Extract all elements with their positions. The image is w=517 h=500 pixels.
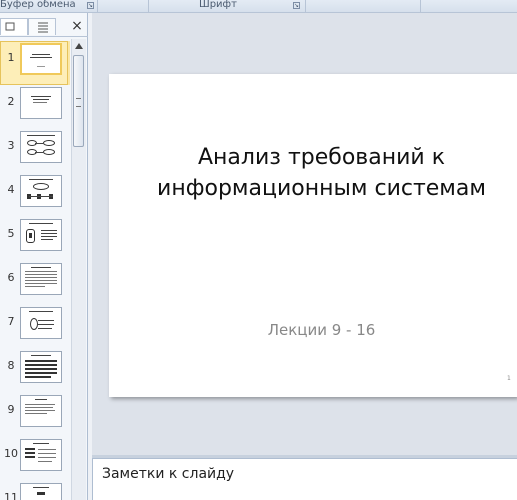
current-slide[interactable]: Анализ требований к информационным систе… (109, 74, 517, 397)
slide-number: 3 (7, 139, 15, 152)
slide-number: 11 (4, 491, 18, 500)
ribbon-group-labels: Буфер обмена ↘ Шрифт ↘ (0, 0, 517, 13)
tab-outline[interactable] (28, 18, 56, 35)
slide-number: 5 (7, 227, 15, 240)
slide-thumbnail-2[interactable]: 2 (0, 85, 70, 129)
slide-number: 10 (4, 447, 18, 460)
ribbon-separator (420, 0, 421, 12)
scrollbar-grip-icon (76, 98, 81, 107)
slide-number: 4 (7, 183, 15, 196)
slide-preview (20, 307, 62, 339)
slide-preview (20, 219, 62, 251)
slide-thumbnail-11[interactable]: 11 (0, 481, 70, 500)
slide-preview (20, 439, 62, 471)
slide-thumbnail-5[interactable]: 5 (0, 217, 70, 261)
slides-pane: × 1 2 3 4 5 6 7 8 9 10 11 (0, 13, 88, 500)
slide-thumbnail-7[interactable]: 7 (0, 305, 70, 349)
pane-tabs: × (0, 18, 88, 37)
slide-thumbnail-10[interactable]: 10 (0, 437, 70, 481)
slide-thumbnail-4[interactable]: 4 (0, 173, 70, 217)
slide-preview (20, 87, 62, 119)
scroll-up-arrow-icon[interactable] (75, 43, 83, 49)
clipboard-dialog-launcher-icon[interactable]: ↘ (87, 2, 94, 9)
slide-preview (20, 351, 62, 383)
slide-page-number: 1 (507, 375, 511, 382)
thumbnail-scrollbar[interactable] (71, 39, 86, 500)
outline-view-icon (38, 22, 48, 33)
font-group-label: Шрифт (199, 0, 237, 10)
ribbon-separator (97, 0, 98, 12)
slide-preview (20, 395, 62, 427)
close-pane-icon[interactable]: × (70, 18, 84, 34)
slide-preview (20, 483, 62, 500)
slide-number: 9 (7, 403, 15, 416)
slide-number: 2 (7, 95, 15, 108)
slide-thumbnail-1[interactable]: 1 (0, 41, 70, 85)
slide-number: 6 (7, 271, 15, 284)
slide-subtitle[interactable]: Лекции 9 - 16 (189, 321, 454, 339)
ribbon-separator (305, 0, 306, 12)
slides-view-icon (5, 22, 15, 31)
notes-placeholder[interactable]: Заметки к слайду (102, 466, 234, 482)
ribbon-separator (148, 0, 149, 12)
slide-preview (20, 263, 62, 295)
slide-title[interactable]: Анализ требований к информационным систе… (139, 142, 504, 204)
slide-editor: Анализ требований к информационным систе… (92, 13, 517, 455)
slide-preview (20, 175, 62, 207)
slide-thumbnail-8[interactable]: 8 (0, 349, 70, 393)
slide-number: 1 (7, 51, 15, 64)
font-dialog-launcher-icon[interactable]: ↘ (293, 2, 300, 9)
slide-thumbnail-list: 1 2 3 4 5 6 7 8 9 10 11 (0, 39, 70, 500)
slide-number: 8 (7, 359, 15, 372)
slide-number: 7 (7, 315, 15, 328)
slide-thumbnail-6[interactable]: 6 (0, 261, 70, 305)
slide-thumbnail-3[interactable]: 3 (0, 129, 70, 173)
clipboard-group-label: Буфер обмена (0, 0, 76, 10)
slide-preview (20, 131, 62, 163)
tab-slides[interactable] (0, 18, 28, 35)
slide-preview (20, 43, 62, 75)
scrollbar-thumb[interactable] (73, 55, 84, 147)
slide-thumbnail-9[interactable]: 9 (0, 393, 70, 437)
notes-pane[interactable]: Заметки к слайду (92, 458, 517, 500)
